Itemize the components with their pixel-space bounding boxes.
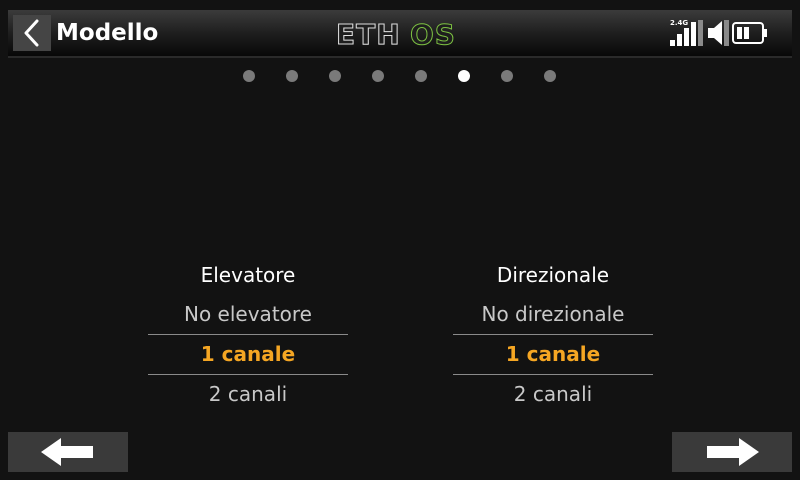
rudder-selector: Direzionale No direzionale 1 canale 2 ca… (453, 255, 653, 414)
speaker-icon (708, 20, 729, 46)
battery-icon (732, 22, 767, 44)
page-dot-8[interactable] (544, 70, 556, 82)
page-dot-4[interactable] (372, 70, 384, 82)
chevron-left-icon (24, 19, 39, 47)
page-dot-7[interactable] (501, 70, 513, 82)
rf-band-label: 2.4G (670, 19, 688, 27)
logo-text-accent: OS (410, 18, 456, 48)
previous-button[interactable] (8, 432, 128, 472)
arrow-left-icon (41, 438, 93, 466)
elevator-option-none[interactable]: No elevatore (148, 295, 348, 335)
page-dot-6-active[interactable] (458, 70, 470, 82)
arrow-right-icon (707, 438, 759, 466)
page-dot-3[interactable] (329, 70, 341, 82)
elevator-option-1-channel[interactable]: 1 canale (148, 335, 348, 375)
elevator-title: Elevatore (200, 263, 296, 287)
ethos-logo: ETH OS (336, 18, 456, 48)
rudder-title: Direzionale (496, 263, 610, 287)
back-button[interactable] (13, 15, 51, 51)
signal-bars-icon: 2.4G (670, 19, 703, 46)
elevator-selector: Elevatore No elevatore 1 canale 2 canali (148, 255, 348, 414)
header-bar: Modello ETH OS 2.4G (8, 10, 792, 58)
logo-text-main: ETH (336, 18, 401, 48)
status-area: 2.4G (670, 16, 782, 50)
page-indicator (0, 70, 800, 82)
page-dot-1[interactable] (243, 70, 255, 82)
page-title: Modello (56, 20, 159, 46)
next-button[interactable] (672, 432, 792, 472)
page-dot-2[interactable] (286, 70, 298, 82)
rudder-option-2-channels[interactable]: 2 canali (453, 375, 653, 414)
page-dot-5[interactable] (415, 70, 427, 82)
screen: Modello ETH OS 2.4G Elevatore No elevato… (0, 0, 800, 480)
elevator-option-2-channels[interactable]: 2 canali (148, 375, 348, 414)
rudder-option-none[interactable]: No direzionale (453, 295, 653, 335)
rudder-option-1-channel[interactable]: 1 canale (453, 335, 653, 375)
